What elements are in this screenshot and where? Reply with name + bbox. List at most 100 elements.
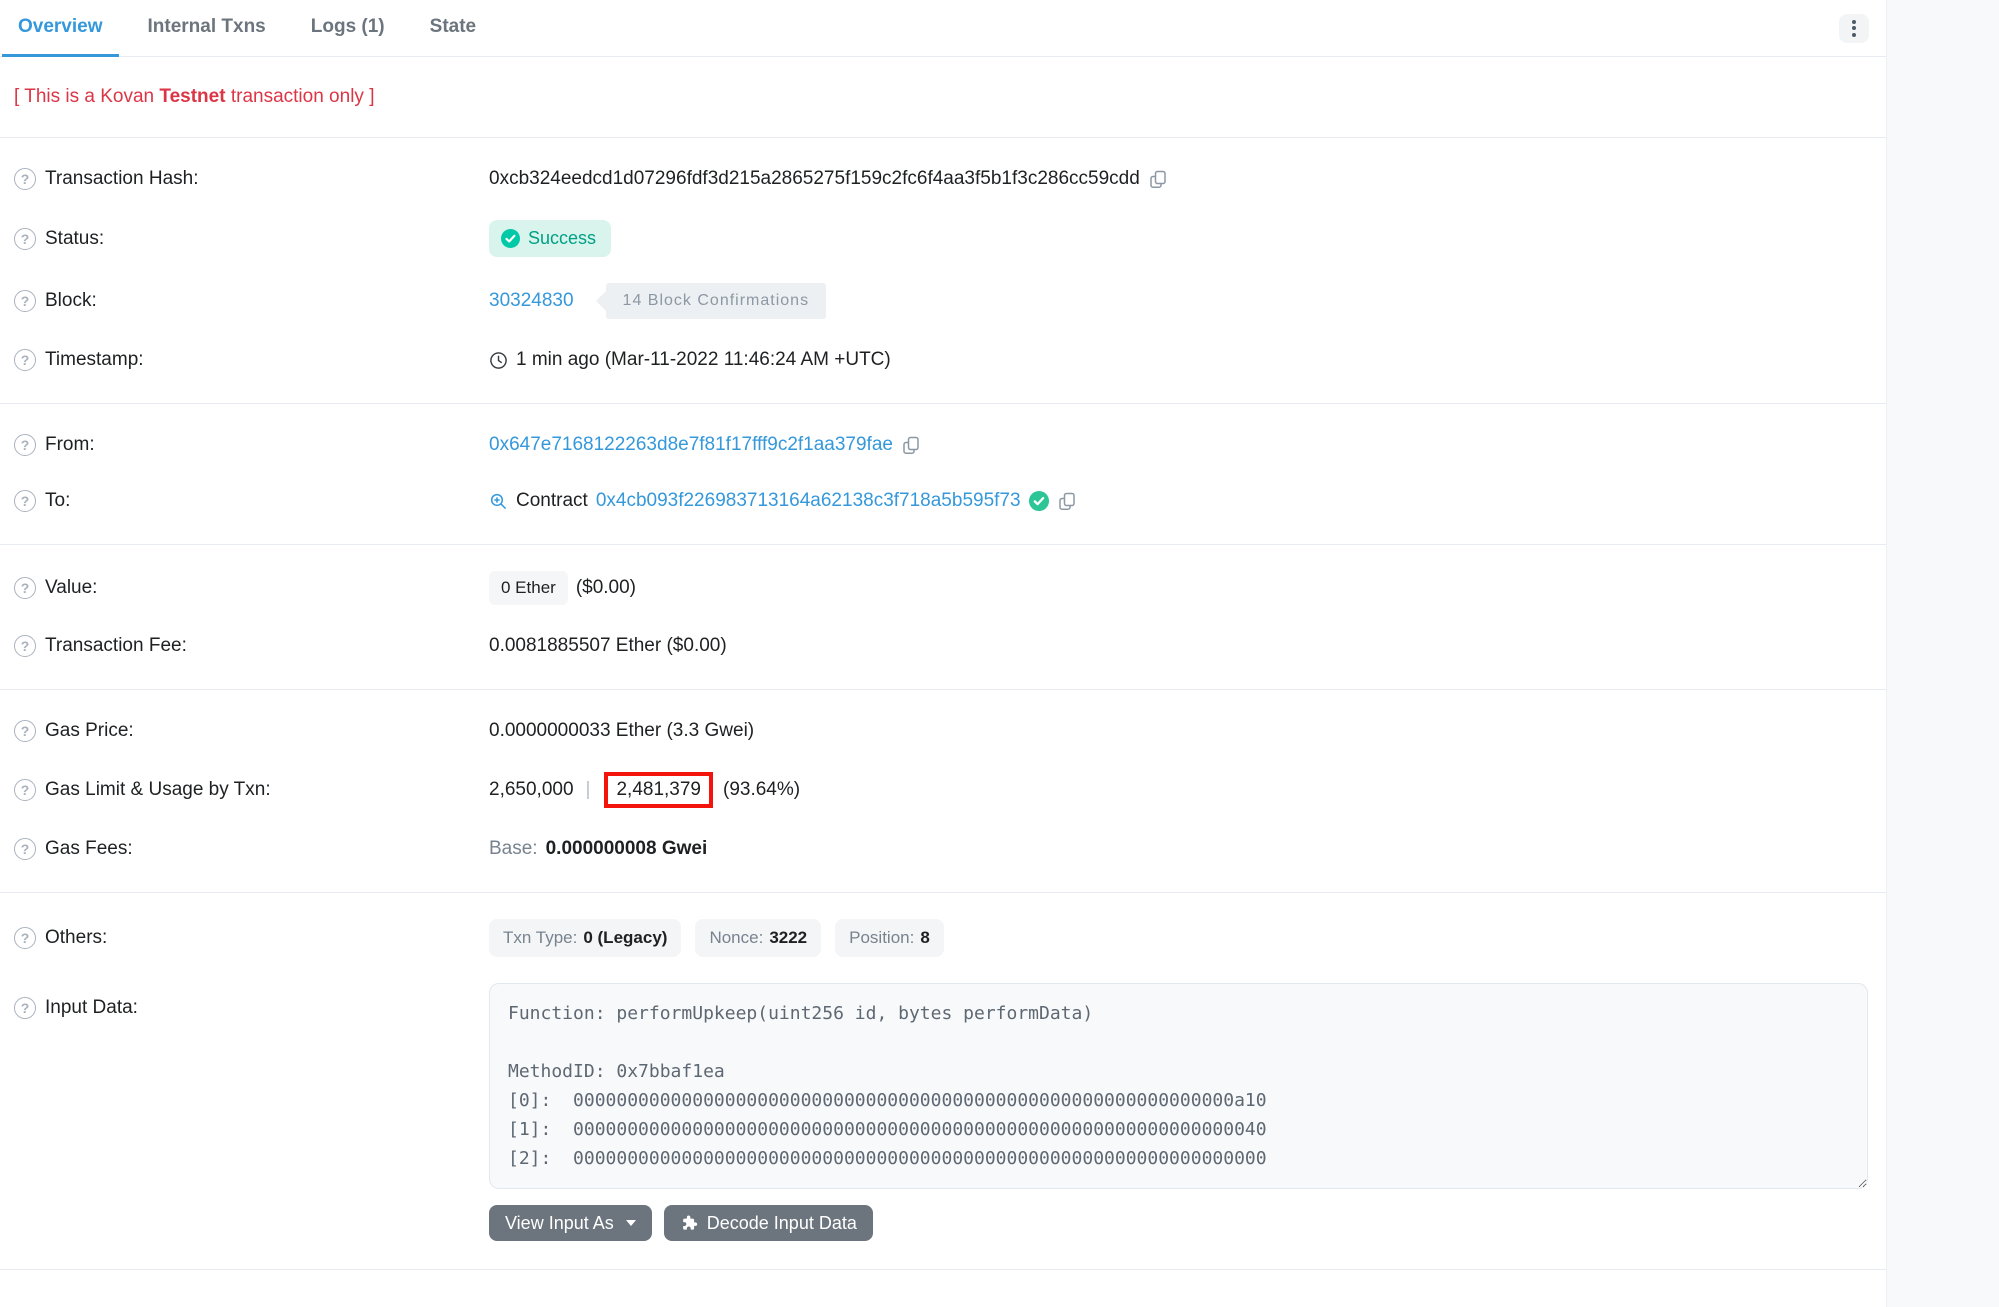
row-value: 30324830 14 Block Confirmations xyxy=(489,283,826,319)
notice-highlight: Testnet xyxy=(159,86,225,107)
help-icon[interactable]: ? xyxy=(14,779,36,801)
input-data-area: Function: performUpkeep(uint256 id, byte… xyxy=(489,983,1868,1241)
status-label: Status: xyxy=(45,228,104,250)
row-value: 0 Ether ($0.00) xyxy=(489,571,636,605)
decode-input-data-button[interactable]: Decode Input Data xyxy=(664,1205,873,1241)
row-value: Success xyxy=(489,220,611,257)
ether-value-badge: 0 Ether xyxy=(489,571,568,605)
help-icon[interactable]: ? xyxy=(14,349,36,371)
copy-icon[interactable] xyxy=(901,435,921,455)
transaction-fee-value: 0.0081885507 Ether ($0.00) xyxy=(489,635,727,657)
help-icon[interactable]: ? xyxy=(14,228,36,250)
row-label: ? From: xyxy=(14,434,489,456)
view-input-as-button[interactable]: View Input As xyxy=(489,1205,652,1241)
help-icon[interactable]: ? xyxy=(14,490,36,512)
more-options-button[interactable] xyxy=(1839,14,1869,43)
input-data-actions: View Input As Decode Input Data xyxy=(489,1205,1868,1241)
gas-price-value: 0.0000000033 Ether (3.3 Gwei) xyxy=(489,720,754,742)
row-gas-price: ? Gas Price: 0.0000000033 Ether (3.3 Gwe… xyxy=(0,716,1886,746)
badge-value: 8 xyxy=(920,928,929,948)
row-transaction-fee: ? Transaction Fee: 0.0081885507 Ether ($… xyxy=(0,631,1886,661)
block-number-link[interactable]: 30324830 xyxy=(489,290,574,312)
help-icon[interactable]: ? xyxy=(14,720,36,742)
row-from: ? From: 0x647e7168122263d8e7f81f17fff9c2… xyxy=(0,430,1886,460)
help-icon[interactable]: ? xyxy=(14,290,36,312)
row-label: ? Gas Limit & Usage by Txn: xyxy=(14,779,489,801)
transaction-page: Overview Internal Txns Logs (1) State [ … xyxy=(0,0,1999,1307)
row-value: Base: 0.000000008 Gwei xyxy=(489,838,707,860)
copy-icon[interactable] xyxy=(1148,169,1168,189)
divider xyxy=(0,544,1886,545)
row-value: 1 min ago (Mar-11-2022 11:46:24 AM +UTC) xyxy=(489,349,891,371)
help-icon[interactable]: ? xyxy=(14,577,36,599)
separator: | xyxy=(586,779,591,801)
badge-key: Txn Type: xyxy=(503,928,577,948)
row-label: ? Timestamp: xyxy=(14,349,489,371)
chevron-down-icon xyxy=(626,1220,636,1226)
badge-key: Position: xyxy=(849,928,914,948)
row-label: ? Block: xyxy=(14,290,489,312)
row-label: ? Input Data: xyxy=(14,997,489,1019)
status-badge: Success xyxy=(489,220,611,257)
contract-preview-magnifier-icon[interactable] xyxy=(489,492,508,511)
row-label: ? Gas Price: xyxy=(14,720,489,742)
gas-price-label: Gas Price: xyxy=(45,720,134,742)
row-value: Contract 0x4cb093f226983713164a62138c3f7… xyxy=(489,490,1077,512)
gas-fees-base-label: Base: xyxy=(489,838,538,860)
tab-internal-txns[interactable]: Internal Txns xyxy=(132,0,282,57)
divider xyxy=(0,892,1886,893)
row-transaction-hash: ? Transaction Hash: 0xcb324eedcd1d07296f… xyxy=(0,164,1886,194)
row-value: 2,650,000 | 2,481,379 (93.64%) xyxy=(489,772,800,808)
divider xyxy=(0,403,1886,404)
gas-fees-label: Gas Fees: xyxy=(45,838,133,860)
page-background-strip xyxy=(1886,0,1999,1307)
help-icon[interactable]: ? xyxy=(14,927,36,949)
copy-icon[interactable] xyxy=(1057,491,1077,511)
gas-used-annotation-box: 2,481,379 xyxy=(604,772,713,808)
clock-icon xyxy=(489,351,508,370)
row-gas-limit-usage: ? Gas Limit & Usage by Txn: 2,650,000 | … xyxy=(0,772,1886,808)
notice-prefix: [ This is a Kovan xyxy=(14,86,159,107)
help-icon[interactable]: ? xyxy=(14,997,36,1019)
block-label: Block: xyxy=(45,290,97,312)
input-data-label: Input Data: xyxy=(45,997,138,1019)
from-label: From: xyxy=(45,434,95,456)
row-others: ? Others: Txn Type: 0 (Legacy) Nonce: 32… xyxy=(0,919,1886,957)
from-address-link[interactable]: 0x647e7168122263d8e7f81f17fff9c2f1aa379f… xyxy=(489,434,893,456)
tab-bar: Overview Internal Txns Logs (1) State xyxy=(0,0,1886,57)
help-icon[interactable]: ? xyxy=(14,434,36,456)
row-status: ? Status: Success xyxy=(0,220,1886,257)
check-circle-icon xyxy=(501,229,520,248)
gas-limit-value: 2,650,000 xyxy=(489,779,574,801)
input-data-textarea[interactable]: Function: performUpkeep(uint256 id, byte… xyxy=(489,983,1868,1189)
transaction-hash-value: 0xcb324eedcd1d07296fdf3d215a2865275f159c… xyxy=(489,168,1140,190)
decode-input-data-label: Decode Input Data xyxy=(707,1213,857,1234)
view-input-as-label: View Input As xyxy=(505,1213,614,1234)
transaction-fee-label: Transaction Fee: xyxy=(45,635,187,657)
value-usd: ($0.00) xyxy=(576,577,636,599)
row-label: ? Others: xyxy=(14,927,489,949)
row-label: ? Transaction Fee: xyxy=(14,635,489,657)
row-gas-fees: ? Gas Fees: Base: 0.000000008 Gwei xyxy=(0,834,1886,864)
badge-value: 0 (Legacy) xyxy=(583,928,667,948)
divider xyxy=(0,137,1886,138)
divider xyxy=(0,1269,1886,1270)
tab-logs[interactable]: Logs (1) xyxy=(295,0,401,57)
badge-value: 3222 xyxy=(769,928,807,948)
help-icon[interactable]: ? xyxy=(14,838,36,860)
row-value: 0.0081885507 Ether ($0.00) xyxy=(489,635,727,657)
badge-key: Nonce: xyxy=(709,928,763,948)
row-to: ? To: Contract 0x4cb093f226983713164a621… xyxy=(0,486,1886,516)
help-icon[interactable]: ? xyxy=(14,635,36,657)
to-address-link[interactable]: 0x4cb093f226983713164a62138c3f718a5b595f… xyxy=(596,490,1021,512)
transaction-hash-label: Transaction Hash: xyxy=(45,168,198,190)
status-text: Success xyxy=(528,228,596,249)
row-label: ? Transaction Hash: xyxy=(14,168,489,190)
nonce-badge: Nonce: 3222 xyxy=(695,919,821,957)
tab-overview[interactable]: Overview xyxy=(2,0,119,57)
txn-type-badge: Txn Type: 0 (Legacy) xyxy=(489,919,681,957)
row-value: 0.0000000033 Ether (3.3 Gwei) xyxy=(489,720,754,742)
block-confirmations-badge: 14 Block Confirmations xyxy=(606,283,827,319)
help-icon[interactable]: ? xyxy=(14,168,36,190)
tab-state[interactable]: State xyxy=(414,0,492,57)
